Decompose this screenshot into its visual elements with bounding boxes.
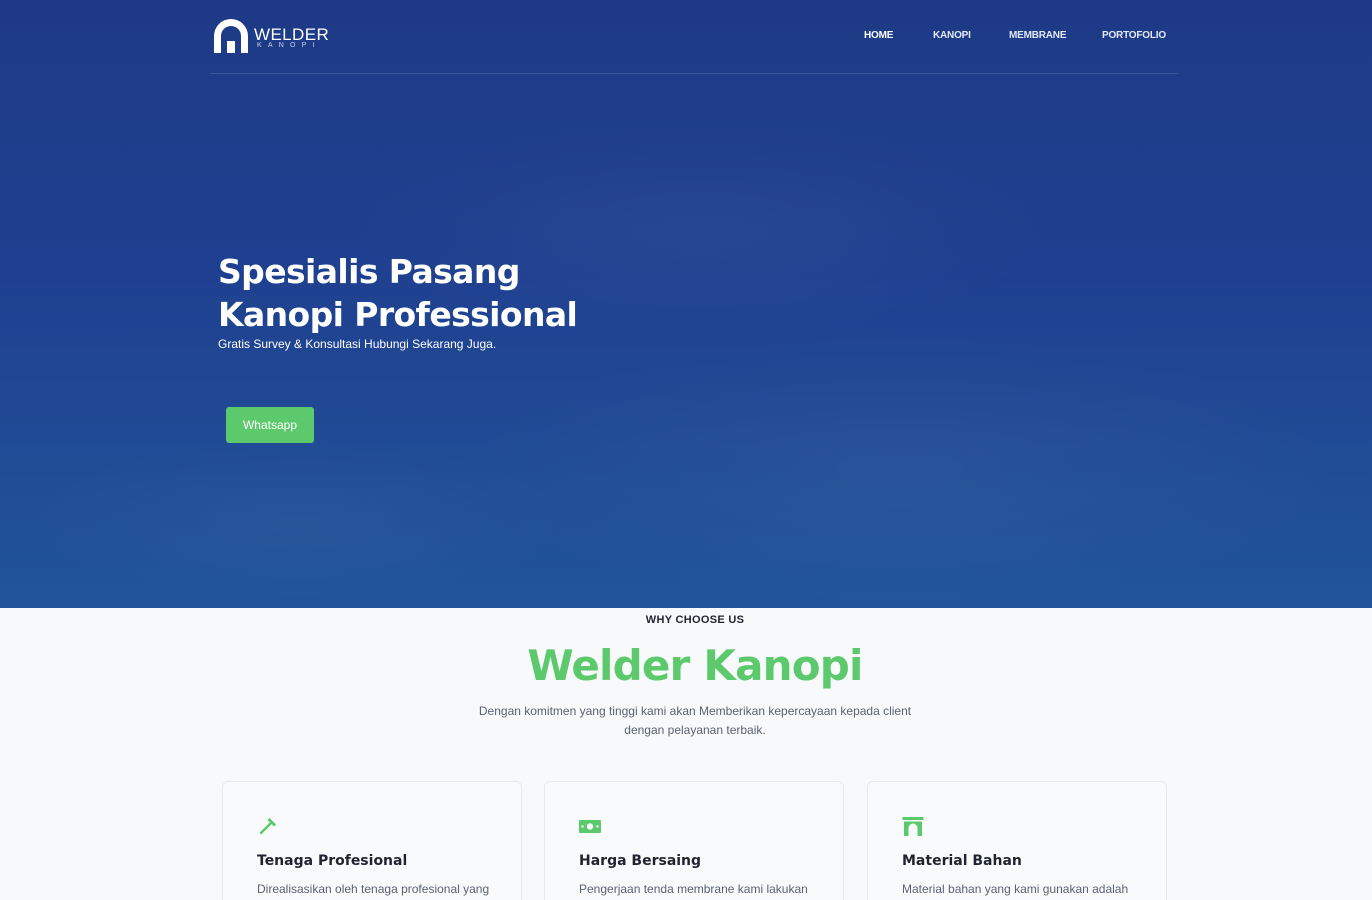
section-eyebrow: WHY CHOOSE US [645, 614, 745, 626]
whatsapp-button[interactable]: Whatsapp [226, 407, 314, 443]
feature-card-material-bahan: Material Bahan Material bahan yang kami … [867, 781, 1167, 900]
hammer-icon [259, 818, 276, 835]
hero-title-line-2: Kanopi Professional [218, 295, 578, 334]
feature-title: Material Bahan [902, 853, 1022, 869]
navbar: WELDER KANOPI HOME KANOPI MEMBRANE PORTO… [210, 0, 1178, 74]
logo-mark-icon [214, 19, 248, 53]
feature-title: Harga Bersaing [579, 853, 702, 869]
money-icon [579, 820, 601, 833]
feature-card-harga-bersaing: Harga Bersaing Pengerjaan tenda membrane… [544, 781, 844, 900]
feature-title: Tenaga Profesional [257, 853, 408, 869]
nav-item-home[interactable]: HOME [864, 30, 893, 42]
nav-item-portofolio[interactable]: PORTOFOLIO [1102, 30, 1166, 42]
section-title: Welder Kanopi [527, 641, 863, 690]
feature-text: Material bahan yang kami gunakan adalah [902, 882, 1129, 896]
feature-text: Direalisasikan oleh tenaga profesional y… [257, 882, 490, 896]
section-description: Dengan komitmen yang tinggi kami akan Me… [478, 704, 912, 737]
hero-section: WELDER KANOPI HOME KANOPI MEMBRANE PORTO… [0, 0, 1372, 608]
brand-logo[interactable]: WELDER KANOPI [212, 19, 332, 55]
arch-icon [902, 817, 924, 836]
brand-tagline: KANOPI [257, 42, 321, 49]
hero-title-line-1: Spesialis Pasang [218, 252, 520, 291]
nav-item-kanopi[interactable]: KANOPI [933, 30, 971, 42]
feature-card-tenaga-profesional: Tenaga Profesional Direalisasikan oleh t… [222, 781, 522, 900]
hero-title: Spesialis Pasang Kanopi Professional [218, 250, 778, 336]
nav-item-membrane[interactable]: MEMBRANE [1009, 30, 1066, 42]
hero-subtitle: Gratis Survey & Konsultasi Hubungi Sekar… [218, 337, 497, 351]
feature-text: Pengerjaan tenda membrane kami lakukan [579, 882, 808, 896]
